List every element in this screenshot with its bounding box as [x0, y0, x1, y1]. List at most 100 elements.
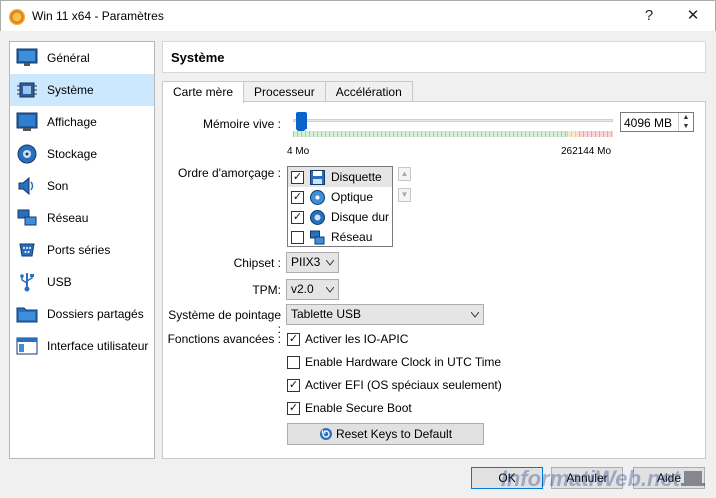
- move-down-icon[interactable]: ▼: [398, 188, 411, 202]
- title-bar: Win 11 x64 - Paramètres ? ✕: [0, 0, 716, 31]
- tpm-value: v2.0: [291, 282, 314, 296]
- display-icon: [16, 111, 38, 133]
- disk-icon: [16, 143, 38, 165]
- utc-clock-option[interactable]: Enable Hardware Clock in UTC Time: [287, 355, 501, 369]
- tab-bar: Carte mère Processeur Accélération: [162, 81, 413, 103]
- boot-item-label: Réseau: [331, 230, 373, 244]
- watermark-text: InformatiWeb.net: [500, 466, 680, 491]
- boot-order-label: Ordre d'amorçage :: [177, 166, 281, 180]
- boot-checkbox[interactable]: ✓: [291, 210, 304, 224]
- sidebar-item-shared-folders[interactable]: Dossiers partagés: [10, 298, 154, 330]
- sidebar-item-sound[interactable]: Son: [10, 170, 154, 202]
- sidebar-item-system[interactable]: Système: [10, 74, 154, 106]
- boot-item-label: Disque dur: [331, 210, 390, 224]
- sidebar-item-label: Interface utilisateur: [47, 339, 149, 353]
- network-icon: [309, 229, 325, 245]
- serial-port-icon: [16, 239, 38, 261]
- optical-disc-icon: [309, 189, 325, 205]
- memory-label: Mémoire vive :: [202, 117, 281, 131]
- boot-checkbox[interactable]: ✓: [291, 170, 304, 184]
- efi-label: Activer EFI (OS spéciaux seulement): [305, 378, 502, 392]
- sidebar-item-network[interactable]: Réseau: [10, 202, 154, 234]
- window-title: Win 11 x64 - Paramètres: [32, 9, 164, 23]
- boot-item-label: Disquette: [331, 170, 382, 184]
- tab-acceleration[interactable]: Accélération: [324, 81, 413, 102]
- page-title-bar: Système: [162, 41, 706, 73]
- memory-spinbox[interactable]: 4096 MB ▲ ▼: [620, 112, 694, 132]
- sidebar-item-label: Affichage: [47, 115, 97, 129]
- ui-window-icon: [16, 335, 38, 357]
- sidebar-item-label: Son: [47, 179, 69, 193]
- folder-icon: [16, 303, 38, 325]
- boot-item-label: Optique: [331, 190, 374, 204]
- boot-item-hard-disk[interactable]: ✓ Disque dur: [288, 207, 392, 227]
- move-up-icon[interactable]: ▲: [398, 167, 411, 181]
- page-title: Système: [171, 50, 225, 65]
- chevron-down-icon: [326, 260, 334, 266]
- sidebar-item-label: USB: [47, 275, 72, 289]
- sidebar-item-label: Ports séries: [47, 243, 111, 257]
- help-title-button[interactable]: ?: [635, 5, 663, 27]
- refresh-icon: [319, 428, 332, 440]
- tab-motherboard[interactable]: Carte mère: [162, 81, 245, 103]
- chevron-down-icon: [326, 287, 334, 293]
- tab-processor[interactable]: Processeur: [243, 81, 326, 102]
- reset-keys-label: Reset Keys to Default: [335, 427, 453, 441]
- chipset-select[interactable]: PIIX3: [286, 252, 339, 273]
- floppy-icon: [309, 169, 325, 185]
- boot-item-floppy[interactable]: ✓ Disquette: [288, 167, 392, 187]
- secure-boot-label: Enable Secure Boot: [305, 401, 412, 415]
- sidebar-item-label: Système: [47, 83, 94, 97]
- ioapic-option[interactable]: ✓ Activer les IO-APIC: [287, 332, 408, 346]
- secure-boot-checkbox[interactable]: ✓: [287, 401, 300, 415]
- tpm-select[interactable]: v2.0: [286, 279, 339, 300]
- monitor-icon: [16, 47, 38, 69]
- utc-clock-checkbox[interactable]: [287, 355, 300, 369]
- virtualbox-app-icon: [9, 9, 25, 25]
- network-icon: [16, 207, 38, 229]
- boot-item-optical[interactable]: ✓ Optique: [288, 187, 392, 207]
- sidebar-item-label: Dossiers partagés: [47, 307, 144, 321]
- advanced-label: Fonctions avancées :: [167, 332, 281, 346]
- efi-option[interactable]: ✓ Activer EFI (OS spéciaux seulement): [287, 378, 502, 392]
- memory-value: 4096 MB: [624, 116, 673, 130]
- memory-min-label: 4 Mo: [287, 146, 310, 157]
- sidebar-item-general[interactable]: Général: [10, 42, 154, 74]
- sidebar-item-label: Général: [47, 51, 90, 65]
- laptop-icon: [681, 471, 705, 486]
- secure-boot-option[interactable]: ✓ Enable Secure Boot: [287, 401, 412, 415]
- boot-checkbox[interactable]: [291, 230, 304, 244]
- watermark: InformatiWeb.net: [501, 466, 706, 492]
- usb-icon: [16, 271, 38, 293]
- memory-slider-ticks: [293, 131, 613, 137]
- ioapic-label: Activer les IO-APIC: [305, 332, 409, 346]
- sidebar-item-label: Réseau: [47, 211, 89, 225]
- sidebar-item-label: Stockage: [47, 147, 98, 161]
- chevron-down-icon: [471, 312, 479, 318]
- memory-slider-thumb[interactable]: [295, 112, 307, 134]
- memory-max-label: 262144 Mo: [561, 146, 612, 157]
- tpm-label: TPM:: [252, 283, 281, 297]
- utc-clock-label: Enable Hardware Clock in UTC Time: [305, 355, 502, 369]
- spin-arrows-icon[interactable]: ▲ ▼: [678, 113, 693, 131]
- pointing-select[interactable]: Tablette USB: [286, 304, 484, 325]
- boot-item-network[interactable]: Réseau: [288, 227, 392, 247]
- boot-checkbox[interactable]: ✓: [291, 190, 304, 204]
- sidebar-item-display[interactable]: Affichage: [10, 106, 154, 138]
- pointing-value: Tablette USB: [291, 307, 362, 321]
- chipset-label: Chipset :: [233, 256, 281, 270]
- boot-order-list[interactable]: ✓ Disquette ✓ Optique ✓ Disque dur Résea…: [287, 166, 393, 247]
- speaker-icon: [16, 175, 38, 197]
- sidebar-item-usb[interactable]: USB: [10, 266, 154, 298]
- hard-disk-icon: [309, 209, 325, 225]
- settings-sidebar: Général Système Affichage Stockage Son R…: [9, 41, 155, 459]
- ioapic-checkbox[interactable]: ✓: [287, 332, 300, 346]
- settings-main: Système Carte mère Processeur Accélérati…: [162, 41, 706, 459]
- efi-checkbox[interactable]: ✓: [287, 378, 300, 392]
- memory-slider-track[interactable]: [293, 119, 613, 122]
- sidebar-item-storage[interactable]: Stockage: [10, 138, 154, 170]
- reset-keys-button[interactable]: Reset Keys to Default: [287, 423, 484, 445]
- close-window-button[interactable]: ✕: [679, 5, 707, 27]
- sidebar-item-serial-ports[interactable]: Ports séries: [10, 234, 154, 266]
- sidebar-item-user-interface[interactable]: Interface utilisateur: [10, 330, 154, 362]
